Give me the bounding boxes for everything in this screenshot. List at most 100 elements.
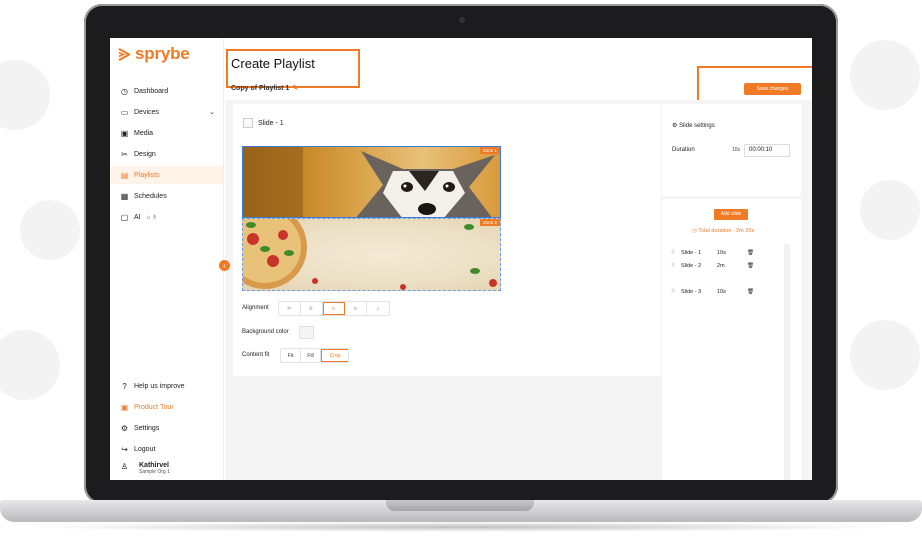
title-highlight-box [226, 49, 360, 88]
user-profile[interactable]: ♙ Kathirvel Sample Org 1 [120, 462, 170, 475]
slide-settings-title: Slide settings [679, 123, 715, 129]
app-screen: sprybe ◷ Dashboard ▭ Devices ⌄ ▣ Media ✂… [110, 38, 812, 480]
slide-thumbnail-icon [243, 118, 253, 128]
background-dot [20, 200, 80, 260]
slide-settings-header: ⚙ Slide settings [672, 122, 715, 129]
sidebar-item-devices[interactable]: ▭ Devices ⌄ [110, 103, 223, 121]
ai-badge-icon: ⌂ ♗ [146, 214, 158, 221]
slide-title: Slide - 1 [258, 119, 284, 127]
slide-editor-card: Slide - 1 Zone 1 Zone 2 Alignment ⊫ ⊪ ⊩ … [233, 104, 661, 376]
sidebar-item-label: AI [134, 213, 141, 221]
slide-row[interactable]: ⠿ Slide - 2 2m 🗑 [671, 263, 791, 270]
sidebar-item-design[interactable]: ✂ Design [110, 145, 223, 163]
slide-list-scrollbar[interactable] [784, 244, 790, 480]
drag-handle-icon[interactable]: ⠿ [671, 263, 681, 270]
sidebar-item-help[interactable]: ? Help us improve [110, 377, 223, 395]
slide-name: Slide - 2 [681, 263, 702, 269]
align-top-icon[interactable]: ≡ [345, 302, 367, 315]
slide-name: Slide - 3 [681, 289, 702, 295]
playlist-name-text: Copy of Playlist 1 [231, 85, 290, 92]
background-dot [860, 180, 920, 240]
design-icon: ✂ [121, 149, 128, 159]
dog-image [243, 147, 495, 217]
sidebar-item-label: Dashboard [134, 87, 169, 95]
media-icon: ▣ [120, 128, 129, 138]
fit-option-button[interactable]: Fit [281, 349, 301, 362]
slide-duration: 10s [717, 289, 726, 295]
playlist-icon: ▤ [120, 170, 129, 180]
sidebar-item-playlists[interactable]: ▤ Playlists [110, 166, 223, 184]
brand-name: sprybe [135, 44, 190, 63]
gear-icon: ⚙ [672, 123, 678, 129]
duration-label: Duration [672, 147, 695, 153]
total-duration-text: Total duration - 2m 20s [698, 228, 755, 234]
drag-handle-icon[interactable]: ⠿ [671, 289, 681, 296]
slide-header: Slide - 1 [243, 118, 284, 128]
ai-icon: ▢ [120, 212, 129, 222]
chevron-down-icon[interactable]: ⌄ [209, 108, 215, 116]
editor-area: Slide - 1 Zone 1 Zone 2 Alignment ⊫ ⊪ ⊩ … [225, 100, 812, 480]
slide-settings-panel: ⚙ Slide settings Duration 10s 00:00:10 [662, 104, 801, 196]
zone-label: Zone 1 [479, 147, 500, 154]
brand-logo[interactable]: sprybe [117, 44, 190, 64]
trash-icon[interactable]: 🗑 [747, 263, 757, 270]
slide-name: Slide - 1 [681, 250, 702, 256]
help-icon: ? [122, 381, 127, 391]
sidebar-item-label: Logout [134, 445, 156, 453]
camera [459, 17, 465, 23]
align-right-icon[interactable]: ⊩ [323, 302, 345, 315]
trash-icon[interactable]: 🗑 [747, 289, 757, 296]
crop-option-button[interactable]: Crop [321, 349, 348, 362]
content-fit-label: Content fit [242, 352, 270, 358]
alignment-label: Alignment [242, 305, 269, 311]
sidebar-item-label: Design [134, 150, 156, 158]
sidebar-item-dashboard[interactable]: ◷ Dashboard [110, 82, 223, 100]
laptop-notch [386, 500, 534, 511]
sidebar-item-schedules[interactable]: ▦ Schedules [110, 187, 223, 205]
align-left-icon[interactable]: ⊫ [279, 302, 301, 315]
save-highlight-box [697, 66, 812, 104]
fill-option-button[interactable]: Fill [301, 349, 321, 362]
logo-mark-icon [118, 47, 131, 61]
user-icon: ♙ [120, 462, 129, 471]
slide-duration: 2m [717, 263, 725, 269]
background-dot [0, 60, 50, 130]
slide-row[interactable]: ⠿ Slide - 3 10s 🗑 [671, 289, 791, 296]
duration-input[interactable]: 00:00:10 [744, 144, 790, 157]
zone-label: Zone 2 [479, 219, 500, 226]
gear-icon: ⚙ [120, 423, 129, 433]
collapse-sidebar-button[interactable]: ‹ [219, 260, 230, 271]
sidebar: sprybe ◷ Dashboard ▭ Devices ⌄ ▣ Media ✂… [110, 38, 224, 480]
sidebar-item-media[interactable]: ▣ Media [110, 124, 223, 142]
edit-icon[interactable]: ✎ [292, 85, 298, 92]
sidebar-item-ai[interactable]: ▢ AI ⌂ ♗ [110, 208, 223, 226]
sidebar-item-label: Help us improve [134, 382, 185, 390]
add-slide-button[interactable]: Add slide [714, 209, 748, 220]
sidebar-item-product-tour[interactable]: ▣ Product Tour [110, 398, 223, 416]
slide-row[interactable]: ⠿ Slide - 1 10s 🗑 [671, 250, 791, 257]
sidebar-item-label: Playlists [134, 171, 160, 179]
background-color-label: Background color [242, 329, 289, 335]
laptop-shadow [20, 522, 902, 532]
playlist-name: Copy of Playlist 1 ✎ [231, 84, 298, 92]
zone-2[interactable]: Zone 2 [242, 218, 501, 291]
drag-handle-icon[interactable]: ⠿ [671, 250, 681, 257]
background-color-picker[interactable] [299, 326, 314, 339]
alignment-group: ⊫ ⊪ ⊩ ≡ ⊥ [278, 301, 390, 316]
sidebar-item-label: Devices [134, 108, 159, 116]
align-bottom-icon[interactable]: ⊥ [367, 302, 389, 315]
pizza-image [243, 219, 497, 290]
slide-list-panel: Add slide ◷ Total duration - 2m 20s ⠿ Sl… [662, 199, 801, 480]
user-name: Kathirvel [139, 462, 169, 469]
content-fit-group: Fit Fill Crop [280, 348, 349, 363]
zone-1[interactable]: Zone 1 [242, 146, 501, 218]
sidebar-item-logout[interactable]: ↪ Logout [110, 440, 223, 458]
main-content: Create Playlist Copy of Playlist 1 ✎ Save… [225, 38, 812, 480]
clock-icon: ◷ [692, 228, 697, 234]
sidebar-item-settings[interactable]: ⚙ Settings [110, 419, 223, 437]
sidebar-item-label: Schedules [134, 192, 167, 200]
total-duration: ◷ Total duration - 2m 20s [692, 228, 754, 234]
trash-icon[interactable]: 🗑 [747, 250, 757, 257]
align-center-icon[interactable]: ⊪ [301, 302, 323, 315]
user-org: Sample Org 1 [139, 469, 170, 475]
